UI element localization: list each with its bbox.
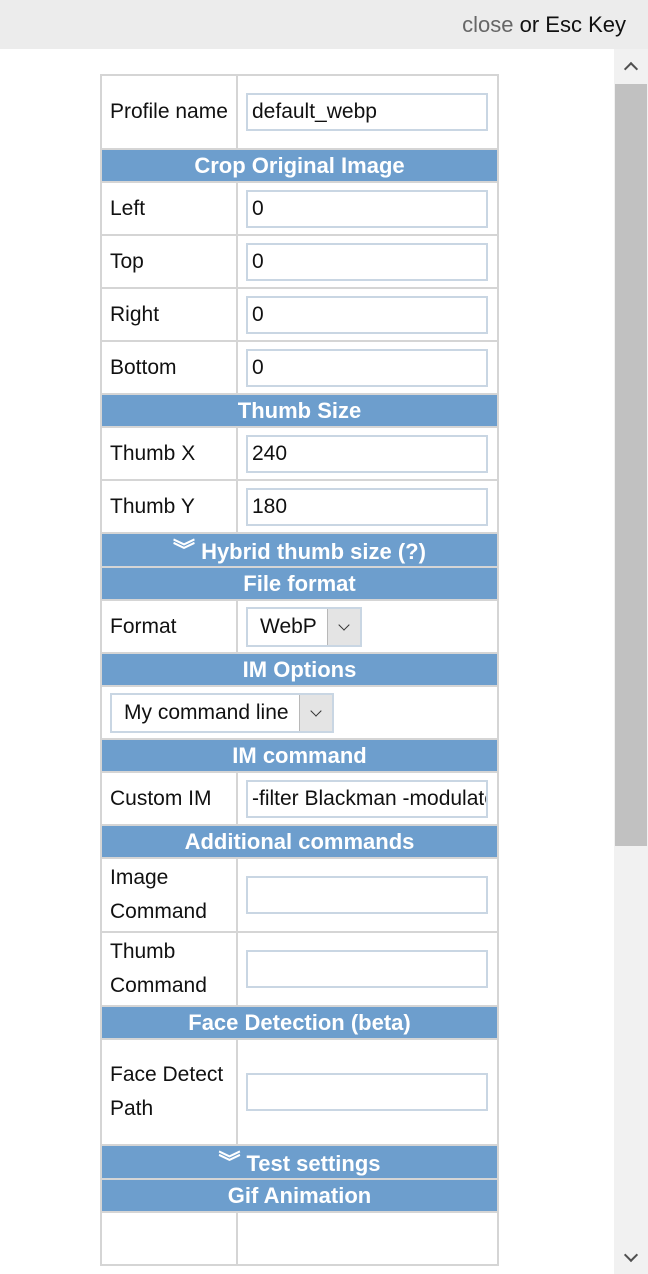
- crop-right-label: Right: [100, 287, 238, 342]
- im-options-select[interactable]: My command line: [110, 692, 334, 733]
- esc-key-hint: or Esc Key: [519, 12, 626, 37]
- scrollbar-thumb[interactable]: [615, 84, 647, 846]
- thumb-x-label: Thumb X: [100, 426, 238, 481]
- thumb-y-label: Thumb Y: [100, 479, 238, 534]
- chevron-down-icon: [298, 694, 332, 731]
- double-chevron-down-icon: ︾: [173, 538, 196, 563]
- thumb-command-input[interactable]: [246, 950, 488, 988]
- scroll-down-button[interactable]: [614, 1240, 648, 1274]
- chevron-down-icon: [326, 608, 360, 645]
- additional-commands-header: Additional commands: [100, 824, 499, 859]
- top-bar: close or Esc Key: [0, 0, 648, 49]
- format-label: Format: [100, 599, 238, 654]
- file-format-header: File format: [100, 566, 499, 601]
- test-settings-label: Test settings: [246, 1151, 381, 1176]
- gif-animation-header: Gif Animation: [100, 1178, 499, 1213]
- double-chevron-down-icon: ︾: [218, 1150, 241, 1175]
- face-detect-path-label: Face Detect Path: [100, 1038, 238, 1146]
- crop-top-label: Top: [100, 234, 238, 289]
- hybrid-thumb-size-toggle[interactable]: ︾ Hybrid thumb size (?): [100, 532, 499, 568]
- face-detection-header: Face Detection (beta): [100, 1005, 499, 1040]
- format-select[interactable]: WebP: [246, 606, 362, 647]
- thumb-size-header: Thumb Size: [100, 393, 499, 428]
- image-command-input[interactable]: [246, 876, 488, 914]
- im-options-header: IM Options: [100, 652, 499, 687]
- thumb-command-label: Thumb Command: [100, 931, 238, 1007]
- gif-row-label: [100, 1211, 238, 1266]
- crop-original-image-header: Crop Original Image: [100, 148, 499, 183]
- crop-bottom-label: Bottom: [100, 340, 238, 395]
- custom-im-input[interactable]: -filter Blackman -modulate: [246, 779, 488, 818]
- im-options-select-value: My command line: [124, 700, 289, 724]
- crop-left-input[interactable]: 0: [246, 189, 488, 228]
- image-command-label: Image Command: [100, 857, 238, 933]
- profile-name-label: Profile name: [100, 74, 238, 150]
- crop-right-input[interactable]: 0: [246, 295, 488, 334]
- thumb-x-input[interactable]: 240: [246, 434, 488, 473]
- custom-im-label: Custom IM: [100, 771, 238, 826]
- im-command-header: IM command: [100, 738, 499, 773]
- hybrid-thumb-size-label: Hybrid thumb size (?): [201, 539, 426, 564]
- gif-row-field: [236, 1211, 499, 1266]
- profile-form: Profile name default_webp Crop Original …: [100, 74, 499, 1266]
- crop-top-input[interactable]: 0: [246, 242, 488, 281]
- crop-left-label: Left: [100, 181, 238, 236]
- chevron-down-icon: [623, 1247, 639, 1262]
- vertical-scrollbar[interactable]: [614, 49, 648, 1274]
- test-settings-toggle[interactable]: ︾ Test settings: [100, 1144, 499, 1180]
- scroll-up-button[interactable]: [614, 49, 648, 83]
- profile-name-input[interactable]: default_webp: [246, 93, 488, 131]
- crop-bottom-input[interactable]: 0: [246, 348, 488, 387]
- thumb-y-input[interactable]: 180: [246, 487, 488, 526]
- face-detect-path-input[interactable]: [246, 1073, 488, 1111]
- format-select-value: WebP: [260, 614, 317, 638]
- close-link[interactable]: close: [462, 12, 513, 37]
- chevron-up-icon: [623, 61, 639, 76]
